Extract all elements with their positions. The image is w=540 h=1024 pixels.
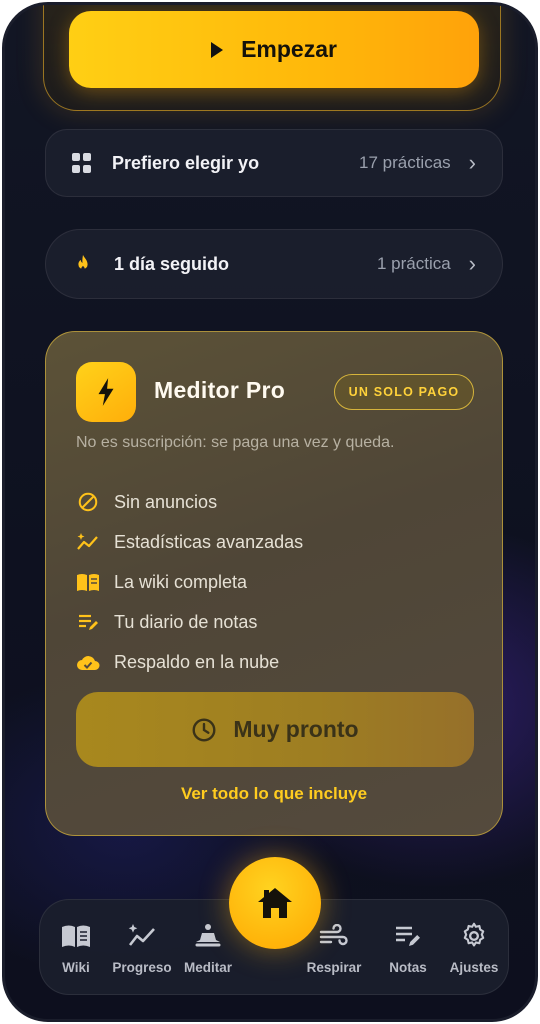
coming-soon-button[interactable]: Muy pronto bbox=[76, 692, 474, 767]
nav-item-progreso[interactable]: Progreso bbox=[110, 920, 174, 975]
nav-label: Wiki bbox=[62, 960, 90, 975]
feature-text: Sin anuncios bbox=[114, 491, 218, 512]
feature-text: Respaldo en la nube bbox=[114, 651, 280, 672]
feature-list: Sin anuncios Estadísticas avanzadas La w… bbox=[76, 482, 476, 682]
nav-item-wiki[interactable]: Wiki bbox=[44, 920, 108, 975]
feature-text: La wiki completa bbox=[114, 571, 248, 592]
chevron-right-icon: › bbox=[468, 251, 476, 276]
grid-icon bbox=[72, 153, 92, 173]
streak-row[interactable]: 1 día seguido 1 práctica › bbox=[45, 229, 503, 299]
home-button[interactable] bbox=[229, 857, 321, 949]
notes-icon bbox=[392, 920, 424, 952]
meditate-icon bbox=[192, 920, 224, 952]
chevron-right-icon: › bbox=[468, 150, 476, 175]
bolt-icon bbox=[76, 362, 136, 422]
nav-item-meditar[interactable]: Meditar bbox=[176, 920, 240, 975]
feature-item: La wiki completa bbox=[76, 562, 476, 602]
progress-chart-icon bbox=[126, 920, 158, 952]
clock-icon bbox=[192, 718, 216, 741]
feature-item: Estadísticas avanzadas bbox=[76, 522, 476, 562]
stats-sparkle-icon bbox=[76, 530, 100, 554]
gear-icon bbox=[458, 920, 490, 952]
nav-label: Ajustes bbox=[449, 960, 499, 975]
cloud-check-icon bbox=[76, 650, 100, 674]
pro-title: Meditor Pro bbox=[154, 377, 286, 403]
nav-label: Meditar bbox=[183, 960, 232, 975]
coming-soon-label: Muy pronto bbox=[233, 716, 359, 742]
nav-item-ajustes[interactable]: Ajustes bbox=[442, 920, 506, 975]
pro-description: No es suscripción: se paga una vez y que… bbox=[76, 434, 395, 451]
nav-label: Notas bbox=[389, 960, 427, 975]
book-icon bbox=[76, 570, 100, 594]
wind-icon bbox=[318, 920, 350, 952]
choose-practice-count: 17 prácticas bbox=[359, 153, 451, 172]
see-all-link[interactable]: Ver todo lo que incluye bbox=[46, 784, 502, 804]
home-icon bbox=[258, 888, 292, 918]
no-ads-icon bbox=[76, 490, 100, 514]
choose-practice-title: Prefiero elegir yo bbox=[112, 152, 260, 173]
book-icon bbox=[60, 920, 92, 952]
nav-label: Progreso bbox=[112, 960, 172, 975]
pro-card: Meditor Pro UN SOLO PAGO No es suscripci… bbox=[45, 331, 503, 836]
feature-item: Respaldo en la nube bbox=[76, 642, 476, 682]
nav-label: Respirar bbox=[306, 960, 362, 975]
feature-item: Sin anuncios bbox=[76, 482, 476, 522]
feature-text: Tu diario de notas bbox=[114, 611, 258, 632]
phone-screen: Empezar Prefiero elegir yo 17 prácticas … bbox=[2, 2, 538, 1022]
streak-count: 1 práctica bbox=[376, 254, 451, 273]
start-button-label: Empezar bbox=[241, 36, 337, 62]
play-icon bbox=[211, 41, 224, 58]
pro-badge: UN SOLO PAGO bbox=[334, 374, 474, 410]
flame-icon bbox=[78, 254, 88, 271]
feature-item: Tu diario de notas bbox=[76, 602, 476, 642]
streak-title: 1 día seguido bbox=[114, 253, 230, 274]
start-button[interactable]: Empezar bbox=[69, 11, 479, 88]
nav-item-notas[interactable]: Notas bbox=[376, 920, 440, 975]
notes-edit-icon bbox=[76, 610, 100, 634]
choose-practice-row[interactable]: Prefiero elegir yo 17 prácticas › bbox=[45, 129, 503, 197]
feature-text: Estadísticas avanzadas bbox=[114, 531, 304, 552]
